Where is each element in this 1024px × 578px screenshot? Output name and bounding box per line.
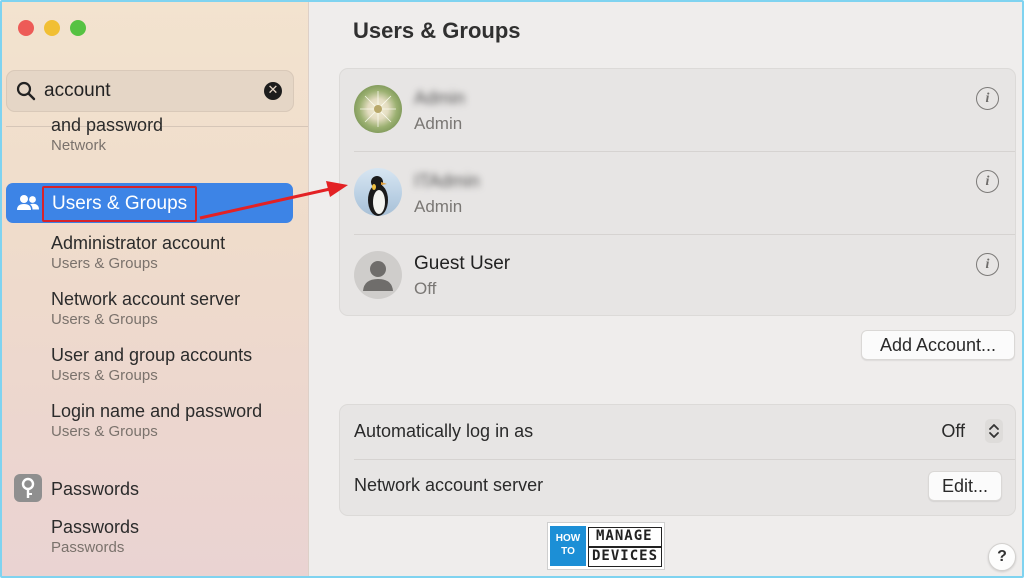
auto-login-label: Automatically log in as [354,421,534,441]
sidebar-result-network-account-server[interactable]: Network account server Users & Groups [51,288,240,330]
user-role: Admin [414,114,463,133]
window: account ✕ and password Network Users & G… [0,0,1024,578]
info-icon[interactable]: i [976,253,999,276]
result-title: Passwords [51,479,140,499]
sidebar: account ✕ and password Network Users & G… [2,2,309,576]
login-settings: Automatically log in as Off Network acco… [339,404,1016,516]
sidebar-result-administrator-account[interactable]: Administrator account Users & Groups [51,232,225,274]
logo-how-to: HOW TO [550,526,586,566]
sidebar-item-label: Users & Groups [42,186,198,222]
sidebar-result-login-name-password[interactable]: Login name and password Users & Groups [51,400,262,442]
key-icon [14,474,42,502]
user-row[interactable]: Admin Admin i [340,69,1015,152]
users-list: Admin Admin i ITAdmin Admin i Guest User… [339,68,1016,316]
sidebar-item-users-groups[interactable]: Users & Groups [6,183,293,223]
sidebar-item-passwords[interactable]: Passwords [51,478,139,500]
user-name: Guest User [414,253,511,274]
sidebar-result-user-group-accounts[interactable]: User and group accounts Users & Groups [51,344,252,386]
person-avatar [354,251,402,299]
search-field[interactable]: account ✕ [6,70,294,112]
row-divider [354,459,1015,460]
dandelion-avatar [354,85,402,133]
edit-button[interactable]: Edit... [928,471,1002,501]
zoom-window-button[interactable] [70,20,86,36]
stepper-chevron-icon[interactable] [985,419,1003,443]
howto-managedevices-logo: HOW TO MANAGE DEVICES [547,522,665,570]
result-subtitle: Network [51,137,107,154]
user-role: Off [414,279,437,298]
add-account-button[interactable]: Add Account... [861,330,1015,360]
close-window-button[interactable] [18,20,34,36]
logo-devices-text: DEVICES [592,548,659,564]
user-row[interactable]: ITAdmin Admin i [340,152,1015,235]
user-row[interactable]: Guest User Off i [340,235,1015,315]
logo-manage-text: MANAGE [596,528,653,544]
info-icon[interactable]: i [976,87,999,110]
users-icon [17,195,39,210]
result-title: Passwords [51,517,140,537]
clear-search-icon[interactable]: ✕ [264,82,282,100]
help-button[interactable]: ? [988,543,1016,571]
result-title: User and group accounts [51,345,253,365]
result-title: and password [51,115,164,135]
network-server-label: Network account server [354,475,544,495]
main-pane: Users & Groups Admin Admin i ITAdmin Adm… [309,2,1022,576]
page-title: Users & Groups [353,18,521,43]
user-name: ITAdmin [414,171,480,191]
result-subtitle: Users & Groups [51,367,158,384]
search-input[interactable]: account [44,78,111,104]
info-icon[interactable]: i [976,170,999,193]
search-icon [16,81,36,101]
minimize-window-button[interactable] [44,20,60,36]
user-name: Admin [414,88,466,108]
result-subtitle: Users & Groups [51,255,158,272]
window-controls [18,20,86,36]
result-title: Login name and password [51,401,263,421]
result-subtitle: Users & Groups [51,423,158,440]
sidebar-result-network-password[interactable]: and password Network [51,114,163,156]
logo-to-text: TO [561,546,575,557]
logo-how-text: HOW [555,533,581,544]
result-title: Network account server [51,289,241,309]
auto-login-value[interactable]: Off [941,421,965,442]
sidebar-result-passwords[interactable]: Passwords Passwords [51,516,139,558]
penguin-avatar [354,168,402,216]
result-title: Administrator account [51,233,226,253]
user-role: Admin [414,197,463,216]
result-subtitle: Passwords [51,539,125,556]
result-subtitle: Users & Groups [51,311,158,328]
